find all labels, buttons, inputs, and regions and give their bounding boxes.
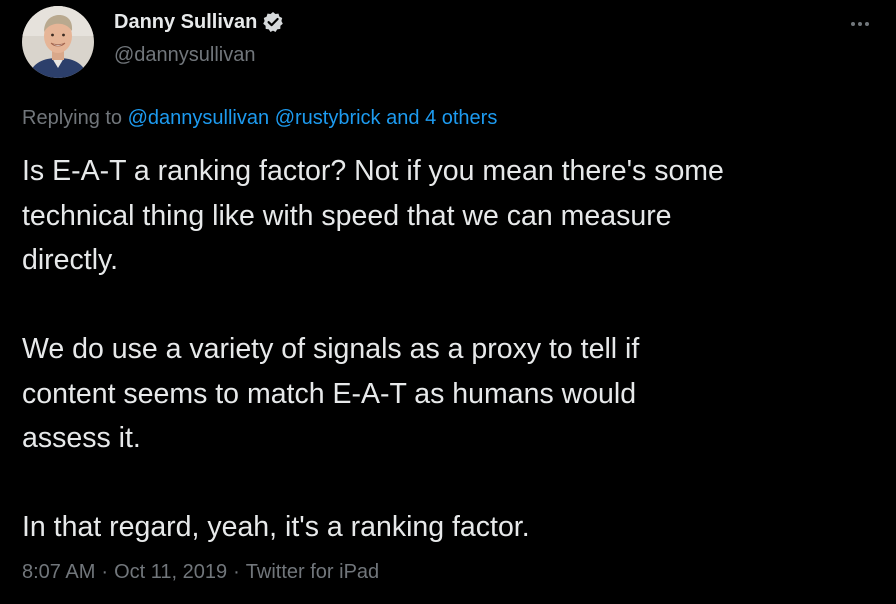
more-dot [851, 22, 855, 26]
tweet-line: content seems to match E-A-T as humans w… [22, 377, 637, 410]
author-handle[interactable]: @dannysullivan [114, 43, 256, 67]
others-link[interactable]: 4 others [425, 107, 497, 129]
tweet-meta: 8:07 AM · Oct 11, 2019 · Twitter for iPad [22, 560, 379, 584]
mention-link[interactable]: @dannysullivan [128, 107, 270, 129]
more-options-icon[interactable] [846, 14, 874, 34]
profile-photo [22, 6, 94, 78]
verified-badge-icon [262, 11, 284, 33]
tweet-date[interactable]: Oct 11, 2019 [114, 561, 227, 583]
tweet-line: directly. [22, 244, 119, 276]
reply-prefix: Replying to [22, 107, 123, 129]
tweet-line: In that regard, yeah, it's a ranking fac… [22, 511, 530, 543]
author-name-row[interactable]: Danny Sullivan [114, 10, 284, 34]
mention-link[interactable]: @rustybrick [275, 107, 381, 129]
more-dot [858, 22, 862, 26]
meta-separator: · [101, 561, 109, 583]
tweet-time[interactable]: 8:07 AM [22, 561, 95, 583]
tweet-text: Is E-A-T a ranking factor? Not if you me… [22, 149, 882, 550]
tweet-line: We do use a variety of signals as a prox… [22, 333, 640, 365]
avatar[interactable] [22, 6, 94, 78]
reply-connector[interactable]: and [386, 107, 419, 129]
tweet-line: assess it. [22, 422, 141, 454]
reply-context: Replying to @dannysullivan @rustybrick a… [22, 106, 497, 130]
more-dot [865, 22, 869, 26]
tweet-source[interactable]: Twitter for iPad [246, 561, 379, 583]
tweet-line: technical thing like with speed that we … [22, 199, 672, 232]
tweet-line: Is E-A-T a ranking factor? Not if you me… [22, 155, 724, 187]
author-name[interactable]: Danny Sullivan [114, 10, 257, 34]
meta-separator: · [233, 561, 240, 583]
tweet: Danny Sullivan @dannysullivan Replying t… [0, 0, 896, 604]
